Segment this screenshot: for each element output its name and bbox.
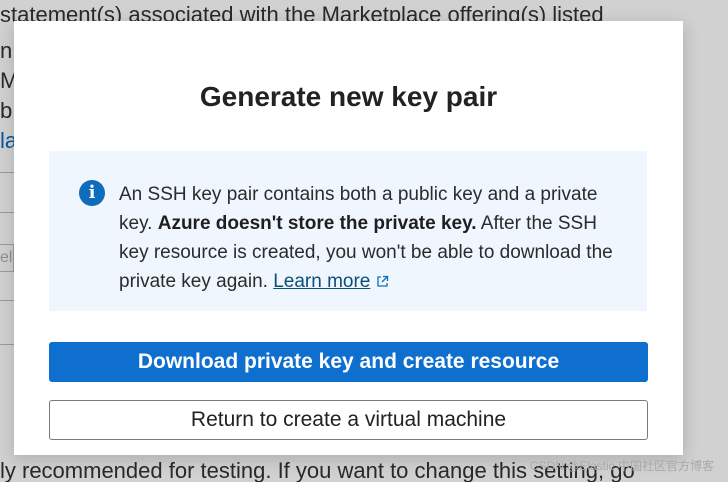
info-message-box: i An SSH key pair contains both a public… <box>49 151 647 311</box>
info-text-bold: Azure doesn't store the private key. <box>157 213 477 234</box>
generate-key-pair-dialog: Generate new key pair i An SSH key pair … <box>14 21 683 455</box>
download-private-key-button[interactable]: Download private key and create resource <box>49 342 648 382</box>
external-link-icon[interactable] <box>376 275 389 288</box>
learn-more-link[interactable]: Learn more <box>273 271 370 292</box>
watermark: CSDN @Elastic 中国社区官方博客 <box>529 459 714 473</box>
return-to-create-vm-button[interactable]: Return to create a virtual machine <box>49 400 648 440</box>
info-message-text: An SSH key pair contains both a public k… <box>119 180 619 296</box>
dialog-title: Generate new key pair <box>199 81 498 112</box>
info-icon: i <box>79 180 105 206</box>
